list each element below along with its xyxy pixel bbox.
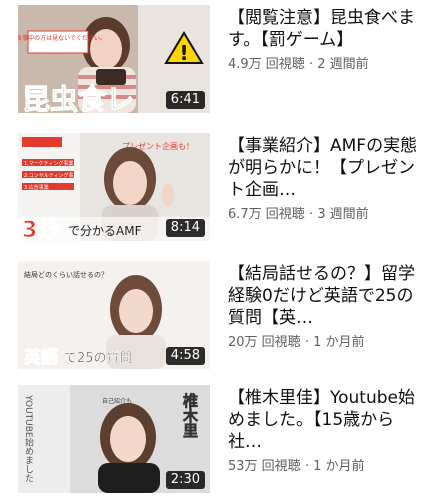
upload-age: 1 か月前 <box>313 459 365 474</box>
video-stats: 6.7万 回視聴 · 3 週間前 <box>228 206 428 224</box>
thumbnail-subcaption: で分かるAMF <box>68 224 142 238</box>
thumbnail-bullet: 1.マーケティング事業 <box>24 160 73 167</box>
upload-age: 3 週間前 <box>317 207 369 222</box>
video-duration: 4:58 <box>165 347 205 365</box>
video-thumbnail[interactable]: 結局どのくらい話せるの？ 英語 で25の質問 4:58 <box>18 261 210 369</box>
thumbnail-bullet: 3.広告事業 <box>24 184 49 191</box>
video-title[interactable]: 【閲覧注意】昆虫食べます。【罰ゲーム】 <box>228 7 428 51</box>
thumbnail-bullet: 2.コンサルティング事業 <box>24 172 78 179</box>
video-meta: 【結局話せるの？】留学経験0だけど英語で25の質問【英… 20万 回視聴 · 1… <box>228 263 428 352</box>
thumbnail-caption: 3分 <box>22 218 59 241</box>
svg-text:!: ! <box>179 41 188 65</box>
video-meta: 【椎木里佳】Youtube始めました。【15歳から社… 53万 回視聴 · 1 … <box>228 387 428 476</box>
video-item[interactable]: YOUTUBE始めました 自己紹介も 椎木里 2:30 【椎木里佳】Youtub… <box>0 385 445 503</box>
video-duration: 2:30 <box>165 471 205 489</box>
separator: · <box>308 57 314 72</box>
video-item[interactable]: 結局どのくらい話せるの？ 英語 で25の質問 4:58 【結局話せるの？】留学経… <box>0 261 445 379</box>
separator: · <box>304 459 309 474</box>
video-title[interactable]: 【事業紹介】AMFの実態が明らかに！【プレゼント企画… <box>228 135 428 201</box>
video-thumbnail[interactable]: YOUTUBE始めました 自己紹介も 椎木里 2:30 <box>18 385 210 493</box>
thumbnail-vertical-name: 椎木里 <box>181 392 199 438</box>
thumbnail-caption: 英語 <box>24 347 58 368</box>
view-count: 6.7万 回視聴 <box>228 207 305 222</box>
separator: · <box>308 207 314 222</box>
separator: · <box>304 335 309 350</box>
video-meta: 【閲覧注意】昆虫食べます。【罰ゲーム】 4.9万 回視聴 · 2 週間前 <box>228 7 428 74</box>
view-count: 4.9万 回視聴 <box>228 57 305 72</box>
video-thumbnail[interactable]: お食事中の方は見ないでください。 ! 昆虫食レ 6:41 <box>18 5 210 113</box>
video-duration: 8:14 <box>165 219 205 237</box>
video-meta: 【事業紹介】AMFの実態が明らかに！【プレゼント企画… 6.7万 回視聴 · 3… <box>228 135 428 224</box>
view-count: 53万 回視聴 <box>228 459 301 474</box>
thumbnail-subcaption: で25の質問 <box>64 351 133 366</box>
video-item[interactable]: お食事中の方は見ないでください。 ! 昆虫食レ 6:41 【閲覧注意】昆虫食べま… <box>0 5 445 123</box>
upload-age: 1 か月前 <box>313 335 365 350</box>
video-list: お食事中の方は見ないでください。 ! 昆虫食レ 6:41 【閲覧注意】昆虫食べま… <box>0 0 445 500</box>
video-thumbnail[interactable]: 1.マーケティング事業 2.コンサルティング事業 3.広告事業 プレゼント企画も… <box>18 133 210 241</box>
thumbnail-vertical-text: YOUTUBE始めました <box>23 394 34 483</box>
video-duration: 6:41 <box>165 91 205 109</box>
view-count: 20万 回視聴 <box>228 335 301 350</box>
video-stats: 20万 回視聴 · 1 か月前 <box>228 334 428 352</box>
video-stats: 53万 回視聴 · 1 か月前 <box>228 458 428 476</box>
thumbnail-caption: 昆虫食レ <box>22 83 134 113</box>
upload-age: 2 週間前 <box>317 57 369 72</box>
thumbnail-question: 結局どのくらい話せるの？ <box>24 270 108 279</box>
video-stats: 4.9万 回視聴 · 2 週間前 <box>228 56 428 74</box>
video-title[interactable]: 【結局話せるの？】留学経験0だけど英語で25の質問【英… <box>228 263 428 329</box>
video-item[interactable]: 1.マーケティング事業 2.コンサルティング事業 3.広告事業 プレゼント企画も… <box>0 133 445 251</box>
video-title[interactable]: 【椎木里佳】Youtube始めました。【15歳から社… <box>228 387 428 453</box>
thumbnail-note: お食事中の方は見ないでください。 <box>18 34 106 42</box>
